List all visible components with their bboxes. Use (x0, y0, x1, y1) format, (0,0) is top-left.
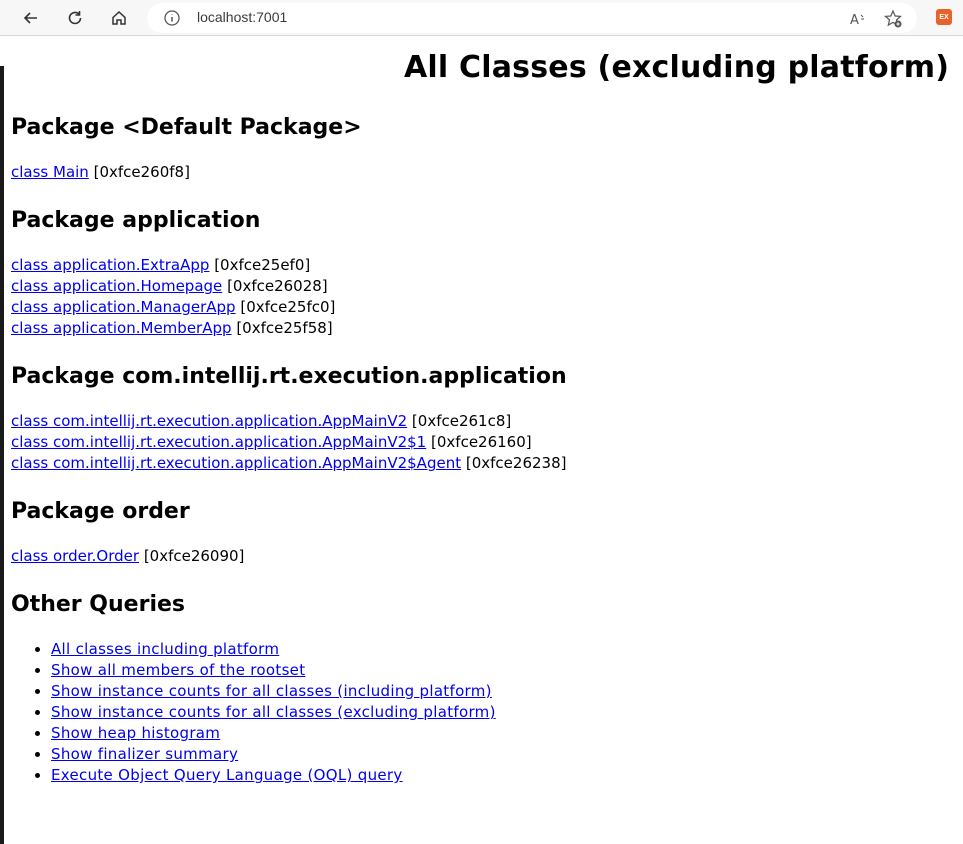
class-address: [0xfce26028] (227, 277, 328, 295)
class-link-appmainv2[interactable]: class com.intellij.rt.execution.applicat… (11, 412, 407, 430)
class-row: class com.intellij.rt.execution.applicat… (11, 454, 566, 472)
class-address: [0xfce26238] (465, 454, 567, 472)
class-row: class order.Order [0xfce26090] (11, 547, 244, 565)
window-edge (0, 66, 4, 844)
class-address: [0xfce25f58] (236, 319, 333, 337)
info-icon[interactable] (163, 9, 181, 27)
class-row: class application.Homepage [0xfce26028] (11, 277, 328, 295)
svg-text:A: A (850, 13, 859, 28)
query-link-rootset[interactable]: Show all members of the rootset (51, 661, 305, 679)
list-item: Show instance counts for all classes (in… (51, 681, 496, 702)
class-row: class Main [0xfce260f8] (11, 163, 190, 181)
class-link-extraapp[interactable]: class application.ExtraApp (11, 256, 209, 274)
extension-icon[interactable]: EX (936, 9, 952, 25)
package-heading-intellij: Package com.intellij.rt.execution.applic… (11, 364, 567, 389)
home-icon[interactable] (107, 6, 131, 30)
query-link-heap-histogram[interactable]: Show heap histogram (51, 724, 220, 742)
class-link-appmainv2-agent[interactable]: class com.intellij.rt.execution.applicat… (11, 454, 461, 472)
query-link-oql[interactable]: Execute Object Query Language (OQL) quer… (51, 766, 403, 784)
class-address: [0xfce25fc0] (240, 298, 336, 316)
package-heading-application: Package application (11, 208, 261, 233)
list-item: Show heap histogram (51, 723, 496, 744)
class-row: class application.MemberApp [0xfce25f58] (11, 319, 333, 337)
other-queries-list: All classes including platform Show all … (35, 639, 496, 786)
list-item: Execute Object Query Language (OQL) quer… (51, 765, 496, 786)
package-heading-order: Package order (11, 499, 190, 524)
package-heading-default: Package <Default Package> (11, 115, 362, 140)
class-row: class application.ManagerApp [0xfce25fc0… (11, 298, 335, 316)
query-link-instance-counts-including[interactable]: Show instance counts for all classes (in… (51, 682, 492, 700)
browser-toolbar: localhost:7001 A EX (0, 0, 963, 36)
list-item: All classes including platform (51, 639, 496, 660)
class-link-managerapp[interactable]: class application.ManagerApp (11, 298, 236, 316)
list-item: Show finalizer summary (51, 744, 496, 765)
class-link-main[interactable]: class Main (11, 163, 89, 181)
query-link-finalizer-summary[interactable]: Show finalizer summary (51, 745, 238, 763)
address-url[interactable]: localhost:7001 (197, 9, 287, 25)
class-link-appmainv2-1[interactable]: class com.intellij.rt.execution.applicat… (11, 433, 426, 451)
class-link-memberapp[interactable]: class application.MemberApp (11, 319, 232, 337)
read-aloud-icon[interactable]: A (848, 9, 868, 29)
favorite-star-icon[interactable] (883, 9, 903, 29)
class-address: [0xfce25ef0] (214, 256, 311, 274)
address-bar[interactable]: localhost:7001 A (147, 3, 917, 33)
back-arrow-icon[interactable] (19, 6, 43, 30)
list-item: Show all members of the rootset (51, 660, 496, 681)
class-address: [0xfce26090] (143, 547, 245, 565)
query-link-instance-counts-excluding[interactable]: Show instance counts for all classes (ex… (51, 703, 496, 721)
class-row: class com.intellij.rt.execution.applicat… (11, 433, 532, 451)
class-row: class com.intellij.rt.execution.applicat… (11, 412, 511, 430)
class-row: class application.ExtraApp [0xfce25ef0] (11, 256, 310, 274)
class-address: [0xfce261c8] (411, 412, 512, 430)
list-item: Show instance counts for all classes (ex… (51, 702, 496, 723)
class-link-order[interactable]: class order.Order (11, 547, 139, 565)
class-address: [0xfce26160] (431, 433, 532, 451)
page-title: All Classes (excluding platform) (404, 50, 950, 85)
other-queries-heading: Other Queries (11, 592, 186, 617)
reload-icon[interactable] (63, 6, 87, 30)
class-link-homepage[interactable]: class application.Homepage (11, 277, 222, 295)
query-link-all-classes-platform[interactable]: All classes including platform (51, 640, 279, 658)
class-address: [0xfce260f8] (93, 163, 190, 181)
